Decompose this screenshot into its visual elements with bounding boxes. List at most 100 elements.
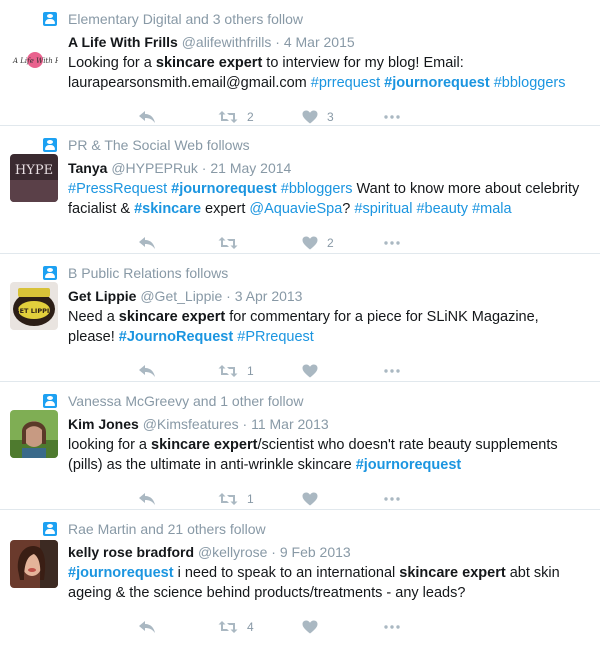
hashtag-link[interactable]: #journorequest: [384, 75, 490, 91]
avatar[interactable]: [10, 410, 58, 458]
keyword-highlight: skincare expert: [399, 565, 506, 581]
author-name[interactable]: A Life With Frills: [68, 34, 178, 50]
tweet-text: looking for a skincare expert/scientist …: [68, 435, 586, 475]
more-button[interactable]: [384, 361, 400, 381]
person-icon: [43, 138, 57, 152]
retweet-button[interactable]: 1: [218, 361, 254, 381]
author-handle[interactable]: @kellyrose: [198, 544, 267, 560]
author-name[interactable]: kelly rose bradford: [68, 544, 194, 560]
avatar[interactable]: HYPE: [10, 154, 58, 202]
hashtag-link[interactable]: #PRrequest: [237, 329, 314, 345]
hashtag-link[interactable]: #skincare: [134, 201, 201, 217]
retweet-count: 4: [247, 620, 254, 634]
reply-button[interactable]: [138, 489, 156, 509]
tweet-actions: 4: [68, 609, 586, 645]
follow-context: Elementary Digital and 3 others follow: [0, 9, 600, 29]
avatar-image: [10, 410, 58, 458]
avatar[interactable]: [10, 540, 58, 588]
author-handle[interactable]: @alifewithfrills: [182, 34, 272, 50]
follow-context: PR & The Social Web follows: [0, 135, 600, 155]
hashtag-link[interactable]: #prrequest: [311, 75, 380, 91]
reply-button[interactable]: [138, 617, 156, 637]
more-icon: [384, 497, 400, 501]
follow-context-text: Rae Martin and 21 others follow: [68, 521, 266, 537]
reply-button[interactable]: [138, 233, 156, 253]
author-handle[interactable]: @Kimsfeatures: [143, 416, 239, 432]
tweet-date[interactable]: 21 May 2014: [210, 160, 291, 176]
hashtag-link[interactable]: #PressRequest: [68, 181, 167, 197]
avatar[interactable]: GET LIPPIE: [10, 282, 58, 330]
hashtag-link[interactable]: #bbloggers: [281, 181, 353, 197]
like-button[interactable]: 2: [302, 233, 334, 253]
tweet-date[interactable]: 11 Mar 2013: [251, 416, 329, 432]
tweet-text-segment: looking for a: [68, 437, 152, 453]
reply-icon: [139, 237, 155, 249]
hashtag-link[interactable]: #bbloggers: [494, 75, 566, 91]
retweet-count: 1: [247, 364, 254, 378]
retweet-icon: [218, 111, 238, 123]
retweet-button[interactable]: 2: [218, 107, 254, 127]
more-button[interactable]: [384, 489, 400, 509]
follow-context: Rae Martin and 21 others follow: [0, 519, 600, 539]
tweet-date[interactable]: 9 Feb 2013: [280, 544, 351, 560]
heart-icon: [302, 492, 318, 506]
tweet-text-segment: expert: [201, 201, 250, 217]
tweet[interactable]: Rae Martin and 21 others follow kelly ro…: [0, 510, 600, 637]
reply-icon: [139, 621, 155, 633]
hashtag-link[interactable]: #journorequest: [356, 457, 462, 473]
author-name[interactable]: Kim Jones: [68, 416, 139, 432]
reply-button[interactable]: [138, 107, 156, 127]
tweet[interactable]: PR & The Social Web follows HYPE Tanya @…: [0, 126, 600, 254]
retweet-icon: [218, 493, 238, 505]
more-icon: [384, 369, 400, 373]
like-button[interactable]: 3: [302, 107, 334, 127]
more-icon: [384, 115, 400, 119]
reply-icon: [139, 365, 155, 377]
reply-button[interactable]: [138, 361, 156, 381]
heart-icon: [302, 364, 318, 378]
tweet[interactable]: B Public Relations follows GET LIPPIE Ge…: [0, 254, 600, 382]
reply-icon: [139, 111, 155, 123]
more-button[interactable]: [384, 107, 400, 127]
follow-context: Vanessa McGreevy and 1 other follow: [0, 391, 600, 411]
author-name[interactable]: Tanya: [68, 160, 107, 176]
avatar-image: HYPE: [10, 154, 58, 202]
reply-icon: [139, 493, 155, 505]
retweet-button[interactable]: [218, 233, 247, 253]
tweet-date[interactable]: 3 Apr 2013: [235, 288, 303, 304]
like-button[interactable]: [302, 361, 327, 381]
tweet[interactable]: Elementary Digital and 3 others follow A…: [0, 0, 600, 126]
tweet-header: A Life With Frills @alifewithfrills · 4 …: [68, 34, 355, 50]
retweet-count: 2: [247, 110, 254, 124]
hashtag-link[interactable]: #mala: [472, 201, 512, 217]
hashtag-link[interactable]: #JournoRequest: [119, 329, 233, 345]
person-icon: [43, 394, 57, 408]
like-button[interactable]: [302, 617, 327, 637]
retweet-count: 1: [247, 492, 254, 506]
retweet-button[interactable]: 1: [218, 489, 254, 509]
avatar-image: GET LIPPIE: [10, 282, 58, 330]
tweet-date[interactable]: 4 Mar 2015: [284, 34, 355, 50]
tweet-text-segment: Looking for a: [68, 55, 156, 71]
tweet-text-segment: i need to speak to an international: [173, 565, 400, 581]
retweet-button[interactable]: 4: [218, 617, 254, 637]
hashtag-link[interactable]: #spiritual: [354, 201, 412, 217]
hashtag-link[interactable]: #journorequest: [68, 565, 174, 581]
person-icon: [43, 12, 57, 26]
avatar[interactable]: A Life With Frills: [10, 36, 58, 84]
keyword-highlight: skincare expert: [118, 309, 226, 325]
hashtag-link[interactable]: #beauty: [416, 201, 468, 217]
author-name[interactable]: Get Lippie: [68, 288, 136, 304]
person-icon: [43, 266, 57, 280]
like-button[interactable]: [302, 489, 327, 509]
avatar-image: A Life With Frills: [10, 36, 58, 84]
more-button[interactable]: [384, 617, 400, 637]
more-button[interactable]: [384, 233, 400, 253]
author-handle[interactable]: @Get_Lippie: [140, 288, 222, 304]
mention-link[interactable]: @AquavieSpa: [249, 201, 342, 217]
tweet[interactable]: Vanessa McGreevy and 1 other follow Kim …: [0, 382, 600, 510]
hashtag-link[interactable]: #journorequest: [171, 181, 277, 197]
like-count: 3: [327, 110, 334, 124]
author-handle[interactable]: @HYPEPRuk: [111, 160, 198, 176]
person-icon: [43, 522, 57, 536]
